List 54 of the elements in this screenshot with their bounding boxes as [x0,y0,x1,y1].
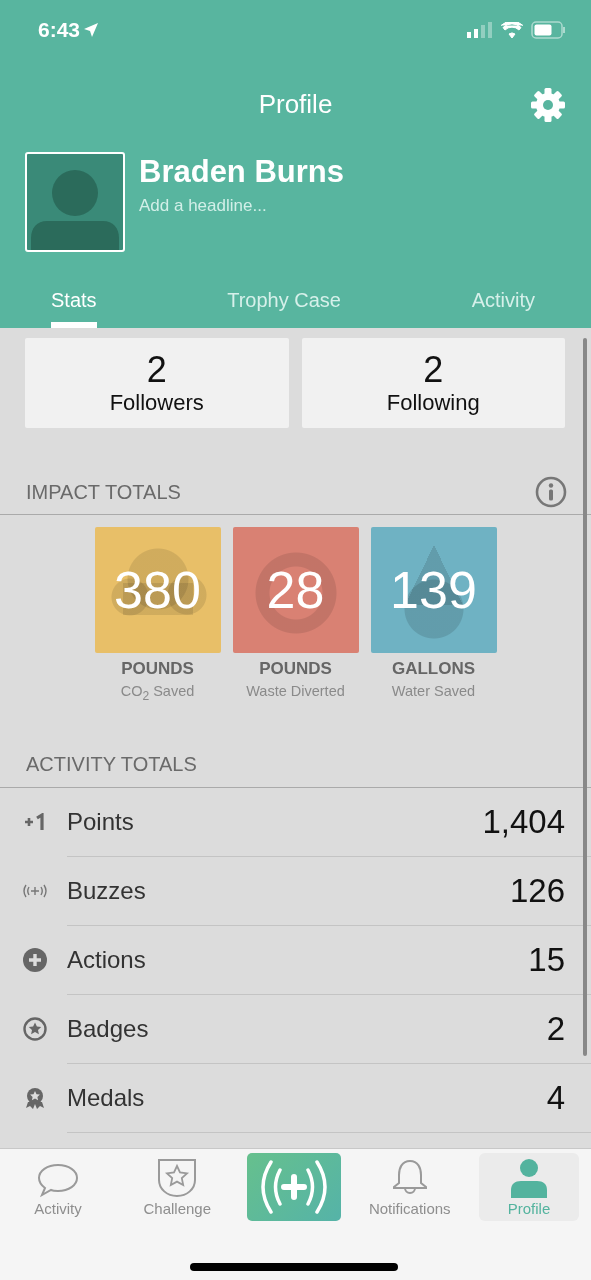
stat-label: Medals [67,1083,145,1112]
stat-label: Points [67,807,134,836]
profile-name: Braden Burns [139,154,345,190]
shield-star-icon [157,1158,198,1198]
tab[interactable]: Stats [51,272,97,328]
stat-count: 2 [146,350,167,390]
impact-unit: GALLONS [391,659,476,679]
tab-bar-item[interactable]: Profile [479,1153,579,1221]
impact-caption: CO$_{2}$ Saved [120,683,195,703]
impact-unit: POUNDS [121,659,194,679]
settings-icon[interactable] [531,88,565,122]
tab[interactable]: Activity [471,272,535,328]
stat-card[interactable]: 2 Followers [25,338,289,428]
stat-label: Badges [67,1014,149,1043]
cellular-signal-icon [467,22,493,38]
tab-bar-item[interactable]: Notifications [359,1153,460,1221]
plus-circle-icon [22,948,47,973]
person-icon [509,1158,549,1198]
impact-unit: POUNDS [259,659,332,679]
tab-bar-item[interactable]: Challenge [127,1153,228,1221]
impact-value: 139 [390,560,477,620]
stat-count: 2 [423,350,444,390]
medal-icon [23,1086,46,1111]
stat-value: 15 [528,940,565,979]
status-time: 6:43 [38,18,99,42]
section-title: ACTIVITY TOTALS [26,753,197,777]
screen-title: Profile [258,88,333,120]
stat-label: Following [386,390,480,416]
stat-value: 4 [546,1078,565,1117]
stat-card[interactable]: 2 Following [301,338,565,428]
plus-one-icon [22,813,47,832]
avatar[interactable] [25,152,125,252]
impact-value: 380 [114,560,201,620]
stat-label: Buzzes [67,876,146,905]
impact-caption: Water Saved [391,683,476,699]
impact-caption: Waste Diverted [246,683,345,699]
star-circle-icon [22,1017,47,1042]
location-arrow-icon [84,23,99,37]
headline-field[interactable]: Add a headline... [139,196,439,216]
info-icon[interactable] [535,476,567,508]
stat-label: Followers [109,390,204,416]
stat-label: Actions [67,945,146,974]
tab[interactable]: Trophy Case [227,272,341,328]
battery-icon [531,21,567,39]
stat-value: 126 [509,871,565,910]
stat-value: 1,404 [482,802,565,841]
section-title: IMPACT TOTALS [26,480,181,504]
speech-bubble-icon [36,1162,80,1198]
signal-plus-icon [258,1158,329,1216]
scroll-bar[interactable] [583,338,587,1056]
tab-bar-item[interactable]: Activity [8,1153,108,1221]
buzz-button[interactable] [246,1153,341,1221]
stat-value: 2 [546,1009,565,1048]
impact-value: 28 [266,560,325,620]
